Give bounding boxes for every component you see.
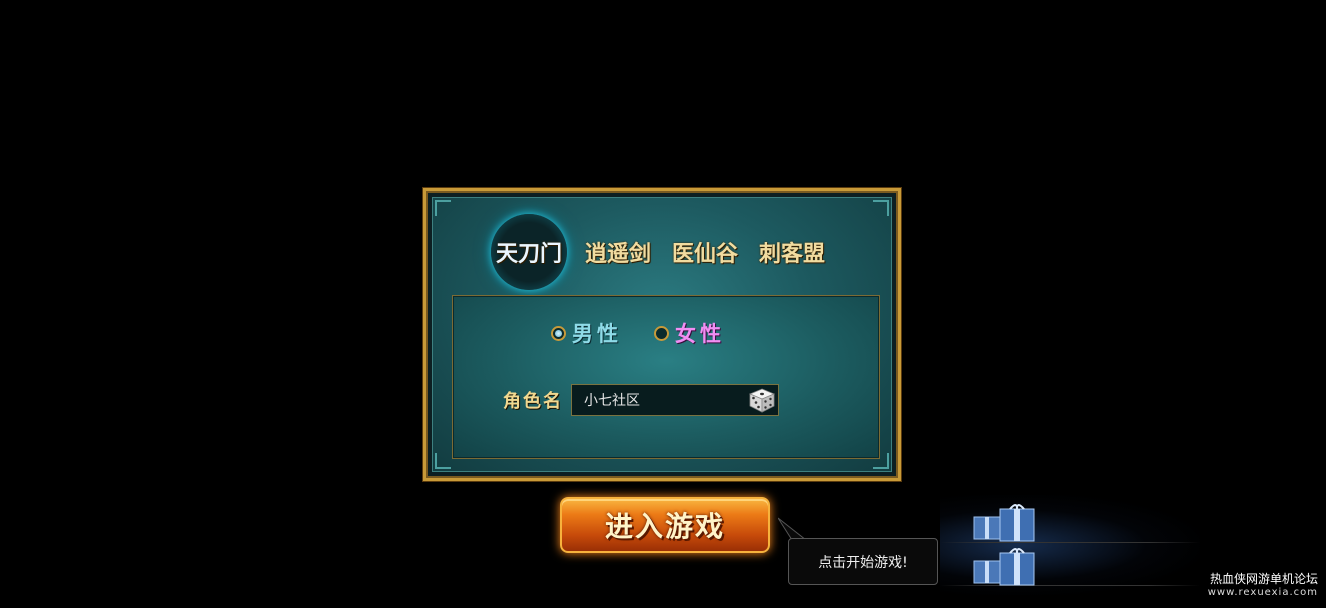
panel-background: 天刀门 逍遥剑 医仙谷 刺客盟 男性 女性 角色名 bbox=[432, 197, 892, 472]
corner-ornament bbox=[873, 200, 889, 216]
enter-game-label: 进入游戏 bbox=[604, 510, 725, 543]
character-create-panel: 天刀门 逍遥剑 医仙谷 刺客盟 男性 女性 角色名 bbox=[423, 188, 901, 481]
gender-selector: 男性 女性 bbox=[551, 318, 725, 348]
faction-tabs: 天刀门 逍遥剑 医仙谷 刺客盟 bbox=[491, 212, 846, 292]
female-label[interactable]: 女性 bbox=[675, 318, 725, 348]
watermark-url: www.rexuexia.com bbox=[1207, 587, 1318, 598]
gift-box-icon[interactable] bbox=[972, 503, 1038, 543]
character-name-row: 角色名 bbox=[503, 384, 779, 416]
character-name-input[interactable] bbox=[572, 385, 756, 415]
tab-yixiangu[interactable]: 医仙谷 bbox=[672, 236, 738, 268]
female-radio[interactable] bbox=[654, 325, 669, 341]
gender-option-female[interactable]: 女性 bbox=[654, 318, 725, 348]
tab-xiaoyaojian[interactable]: 逍遥剑 bbox=[585, 236, 651, 268]
watermark-title: 热血侠网游单机论坛 bbox=[1209, 572, 1318, 586]
random-name-dice-icon[interactable] bbox=[748, 387, 776, 413]
game-screen: 天刀门 逍遥剑 医仙谷 刺客盟 男性 女性 角色名 小七社区 进入游戏 点击开始… bbox=[0, 0, 1326, 608]
tooltip-text: 点击开始游戏! bbox=[818, 554, 908, 571]
corner-ornament bbox=[435, 453, 451, 469]
enter-game-button[interactable]: 进入游戏 bbox=[560, 497, 770, 553]
watermark: 热血侠网游单机论坛 www.rexuexia.com bbox=[1208, 572, 1318, 600]
character-form: 男性 女性 角色名 bbox=[452, 295, 880, 459]
male-radio[interactable] bbox=[551, 325, 566, 341]
radio-selected-dot bbox=[555, 329, 562, 337]
character-name-field bbox=[571, 384, 779, 416]
gift-box-icon[interactable] bbox=[972, 547, 1038, 587]
tab-tiandaomen[interactable]: 天刀门 bbox=[491, 214, 567, 290]
male-label[interactable]: 男性 bbox=[572, 318, 622, 348]
start-game-tooltip: 点击开始游戏! bbox=[788, 538, 938, 585]
gender-option-male[interactable]: 男性 bbox=[551, 318, 622, 348]
character-name-label: 角色名 bbox=[503, 391, 563, 412]
corner-ornament bbox=[435, 200, 451, 216]
tab-cikemeng[interactable]: 刺客盟 bbox=[759, 236, 825, 268]
